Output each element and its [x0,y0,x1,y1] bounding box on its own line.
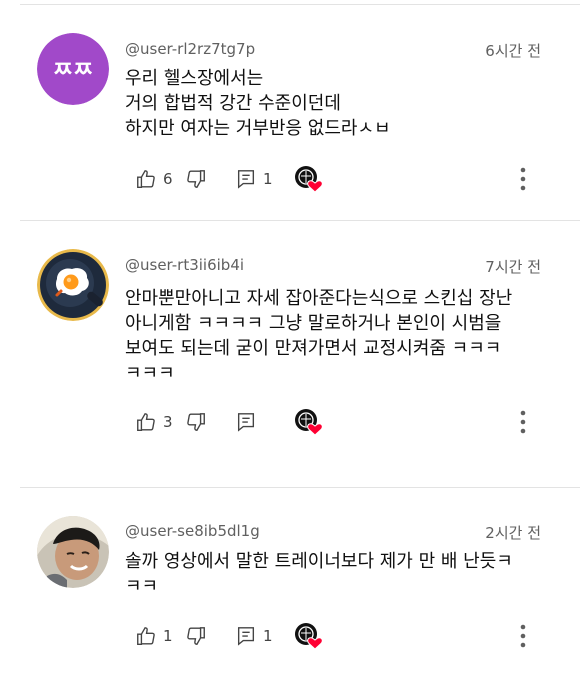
more-options-button[interactable] [519,409,527,439]
comment-timestamp[interactable]: 7시간 전 [485,256,541,277]
creator-heart-icon [295,623,323,650]
comment-divider [20,487,580,488]
comment-line: 안마뿐만아니고 자세 잡아준다는식으로 스킨십 장난 [125,288,513,309]
creator-heart [293,165,323,193]
comment-line: ㅋㅋㅋ [125,363,175,384]
thumbs-up-icon [137,170,155,188]
avatar[interactable]: ㅉㅉ [37,33,109,105]
comment-text: 솔까 영상에서 말한 트레이너보다 제가 만 배 난듯ㅋ ㅋㅋ [125,549,545,599]
thumbs-down-icon [187,627,205,645]
comment-timestamp[interactable]: 6시간 전 [485,40,541,61]
reply-icon [237,627,255,646]
comment-author[interactable]: @user-rt3ii6ib4i [125,256,244,274]
reply-icon [237,413,255,432]
dislike-button[interactable] [185,168,235,190]
comment-actions: 1 1 [135,622,323,650]
avatar[interactable] [37,516,109,588]
comment-text: 안마뿐만아니고 자세 잡아준다는식으로 스킨십 장난 아니게함 ㅋㅋㅋㅋ 그냥 … [125,286,545,386]
creator-heart [293,408,323,436]
creator-heart [293,622,323,650]
reply-button[interactable]: 1 [235,168,293,190]
thumbs-down-icon [187,413,205,431]
thumbs-up-icon [137,413,155,431]
reply-button[interactable] [235,411,293,433]
comment-actions: 3 [135,408,323,436]
thumbs-down-icon [187,170,205,188]
like-count: 3 [163,413,173,431]
like-button[interactable]: 3 [135,411,185,433]
reply-icon [237,170,255,189]
comment-line: 보여도 되는데 굳이 만져가면서 교정시켜줌 ㅋㅋㅋ [125,338,502,359]
top-divider [20,4,580,5]
more-options-button[interactable] [519,166,527,196]
like-button[interactable]: 1 [135,625,185,647]
more-options-button[interactable] [519,623,527,653]
comment-actions: 6 1 [135,165,323,193]
comment-line: 아니게함 ㅋㅋㅋㅋ 그냥 말로하거나 본인이 시범을 [125,313,502,334]
comment-line: 거의 합법적 강간 수준이던데 [125,93,341,114]
more-vert-icon [520,624,526,648]
reply-count: 1 [263,170,273,188]
comment-text: 우리 헬스장에서는 거의 합법적 강간 수준이던데 하지만 여자는 거부반응 없… [125,66,545,141]
comment-author[interactable]: @user-se8ib5dl1g [125,522,260,540]
avatar[interactable] [37,249,109,321]
comment-line: 솔까 영상에서 말한 트레이너보다 제가 만 배 난듯ㅋ [125,551,513,572]
comment-timestamp[interactable]: 2시간 전 [485,522,541,543]
dislike-button[interactable] [185,411,235,433]
creator-heart-icon [295,409,323,436]
comment-line: ㅋㅋ [125,576,159,597]
avatar-text: ㅉㅉ [53,58,93,83]
creator-heart-icon [295,166,323,193]
more-vert-icon [520,167,526,191]
like-count: 1 [163,627,173,645]
more-vert-icon [520,410,526,434]
like-button[interactable]: 6 [135,168,185,190]
comment-line: 하지만 여자는 거부반응 없드라ㅅㅂ [125,118,391,139]
comment-author[interactable]: @user-rl2rz7tg7p [125,40,255,58]
dislike-button[interactable] [185,625,235,647]
reply-count: 1 [263,627,273,645]
like-count: 6 [163,170,173,188]
reply-button[interactable]: 1 [235,625,293,647]
comment-line: 우리 헬스장에서는 [125,68,264,89]
comment-divider [20,220,580,221]
thumbs-up-icon [137,627,155,645]
